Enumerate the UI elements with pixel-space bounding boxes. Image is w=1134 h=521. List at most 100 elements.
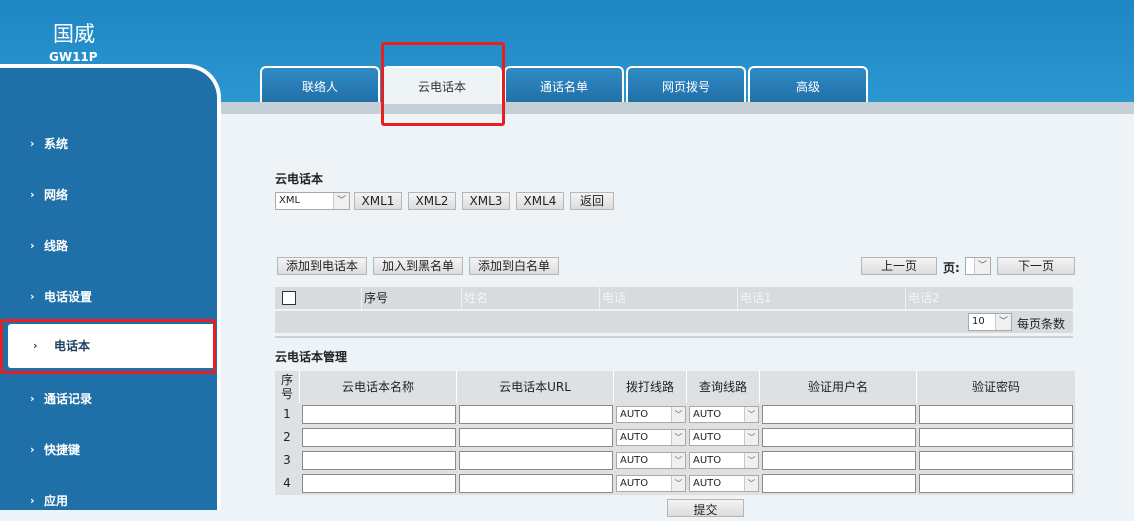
mgmt-header-name: 云电话本名称 — [300, 371, 457, 403]
sidebar-item-line[interactable]: › 线路 — [0, 226, 217, 266]
xml1-button[interactable]: XML1 — [354, 192, 402, 210]
query-line-select[interactable]: AUTO ﹀ — [689, 475, 759, 492]
col-header-name: 姓名 — [461, 287, 599, 309]
divider — [275, 336, 1073, 338]
username-input[interactable] — [762, 405, 916, 424]
dial-line-select[interactable]: AUTO ﹀ — [616, 429, 686, 446]
phonebook-name-input[interactable] — [302, 405, 456, 424]
chevron-down-icon: ﹀ — [744, 430, 758, 445]
phonebook-url-input[interactable] — [459, 451, 613, 470]
phonebook-name-input[interactable] — [302, 474, 456, 493]
dial-line-value: AUTO — [620, 409, 649, 420]
page-select[interactable]: ﹀ — [965, 257, 991, 275]
username-input[interactable] — [762, 474, 916, 493]
chevron-down-icon: ﹀ — [744, 453, 758, 468]
mgmt-title: 云电话本管理 — [275, 350, 348, 364]
add-to-whitelist-button[interactable]: 添加到白名单 — [469, 257, 559, 275]
add-to-phonebook-button[interactable]: 添加到电话本 — [277, 257, 367, 275]
tab-contacts[interactable]: 联络人 — [260, 66, 380, 102]
xml3-button[interactable]: XML3 — [462, 192, 510, 210]
chevron-right-icon: › — [30, 188, 35, 201]
query-line-select[interactable]: AUTO ﹀ — [689, 406, 759, 423]
per-page-select[interactable]: 10 ﹀ — [968, 313, 1012, 331]
table-row: 3 AUTO ﹀ AUTO ﹀ — [275, 449, 1075, 472]
back-button[interactable]: 返回 — [570, 192, 614, 210]
chevron-down-icon: ﹀ — [671, 476, 685, 491]
list-header: 序号 姓名 电话 电话1 电话2 — [275, 287, 1073, 309]
phonebook-name-input[interactable] — [302, 451, 456, 470]
sidebar-item-label: 通话记录 — [44, 392, 93, 406]
username-input[interactable] — [762, 451, 916, 470]
col-header-phone2: 电话2 — [905, 287, 1073, 309]
xml4-button[interactable]: XML4 — [516, 192, 564, 210]
sidebar-item-phone-settings[interactable]: › 电话设置 — [0, 277, 217, 317]
sidebar-item-network[interactable]: › 网络 — [0, 175, 217, 215]
row-number: 2 — [283, 430, 291, 444]
dial-line-value: AUTO — [620, 478, 649, 489]
per-page-value: 10 — [972, 316, 985, 327]
sidebar-item-label: 快捷键 — [44, 443, 81, 457]
next-page-button[interactable]: 下一页 — [997, 257, 1075, 275]
prev-page-button[interactable]: 上一页 — [861, 257, 937, 275]
chevron-right-icon: › — [30, 239, 35, 252]
select-all-checkbox[interactable] — [282, 291, 296, 305]
dial-line-value: AUTO — [620, 432, 649, 443]
list-footer: 10 ﹀ 每页条数 — [275, 311, 1073, 333]
col-header-phone1: 电话1 — [737, 287, 905, 309]
page-label: 页: — [943, 261, 960, 275]
mgmt-header-password: 验证密码 — [917, 371, 1075, 403]
sidebar-item-label: 网络 — [44, 188, 69, 202]
password-input[interactable] — [919, 474, 1073, 493]
dial-line-select[interactable]: AUTO ﹀ — [616, 475, 686, 492]
sidebar-item-system[interactable]: › 系统 — [0, 124, 217, 164]
tab-web-dial[interactable]: 网页拨号 — [626, 66, 746, 102]
chevron-down-icon: ﹀ — [671, 430, 685, 445]
phonebook-url-input[interactable] — [459, 428, 613, 447]
chevron-down-icon: ﹀ — [671, 407, 685, 422]
sidebar-item-label: 线路 — [44, 239, 69, 253]
phonebook-url-input[interactable] — [459, 474, 613, 493]
query-line-select[interactable]: AUTO ﹀ — [689, 429, 759, 446]
query-line-value: AUTO — [693, 409, 722, 420]
submit-button[interactable]: 提交 — [667, 499, 744, 517]
sidebar-item-call-log[interactable]: › 通话记录 — [0, 379, 217, 419]
table-row: 4 AUTO ﹀ AUTO ﹀ — [275, 472, 1075, 495]
row-number: 4 — [283, 476, 291, 490]
chevron-right-icon: › — [30, 494, 35, 507]
brand-title: 国威 — [53, 22, 95, 46]
sidebar-item-label: 应用 — [44, 494, 69, 508]
dial-line-select[interactable]: AUTO ﹀ — [616, 452, 686, 469]
mgmt-header-dial-line: 拨打线路 — [614, 371, 687, 403]
chevron-down-icon: ﹀ — [995, 314, 1011, 330]
format-select[interactable]: XML ﹀ — [275, 192, 350, 210]
format-select-value: XML — [279, 195, 301, 206]
highlight-box-sidebar — [0, 319, 216, 374]
password-input[interactable] — [919, 428, 1073, 447]
query-line-select[interactable]: AUTO ﹀ — [689, 452, 759, 469]
phonebook-url-input[interactable] — [459, 405, 613, 424]
chevron-right-icon: › — [30, 290, 35, 303]
mgmt-header-username: 验证用户名 — [760, 371, 917, 403]
row-number: 3 — [283, 453, 291, 467]
sidebar-item-shortcuts[interactable]: › 快捷键 — [0, 430, 217, 470]
add-to-blacklist-button[interactable]: 加入到黑名单 — [373, 257, 463, 275]
tab-advanced[interactable]: 高级 — [748, 66, 868, 102]
table-row: 1 AUTO ﹀ AUTO ﹀ — [275, 403, 1075, 426]
chevron-down-icon: ﹀ — [671, 453, 685, 468]
row-number: 1 — [283, 407, 291, 421]
sidebar-item-label: 系统 — [44, 137, 69, 151]
tab-call-list[interactable]: 通话名单 — [504, 66, 624, 102]
chevron-down-icon: ﹀ — [744, 407, 758, 422]
col-header-phone: 电话 — [599, 287, 737, 309]
table-row: 2 AUTO ﹀ AUTO ﹀ — [275, 426, 1075, 449]
query-line-value: AUTO — [693, 432, 722, 443]
password-input[interactable] — [919, 451, 1073, 470]
password-input[interactable] — [919, 405, 1073, 424]
phonebook-name-input[interactable] — [302, 428, 456, 447]
mgmt-header-query-line: 查询线路 — [687, 371, 760, 403]
sidebar-item-apps[interactable]: › 应用 — [0, 481, 217, 521]
xml2-button[interactable]: XML2 — [408, 192, 456, 210]
dial-line-select[interactable]: AUTO ﹀ — [616, 406, 686, 423]
sidebar: › 系统 › 网络 › 线路 › 电话设置 › 电话本 › 通话记录 › 快捷键 › 应用 — [0, 64, 221, 510]
username-input[interactable] — [762, 428, 916, 447]
